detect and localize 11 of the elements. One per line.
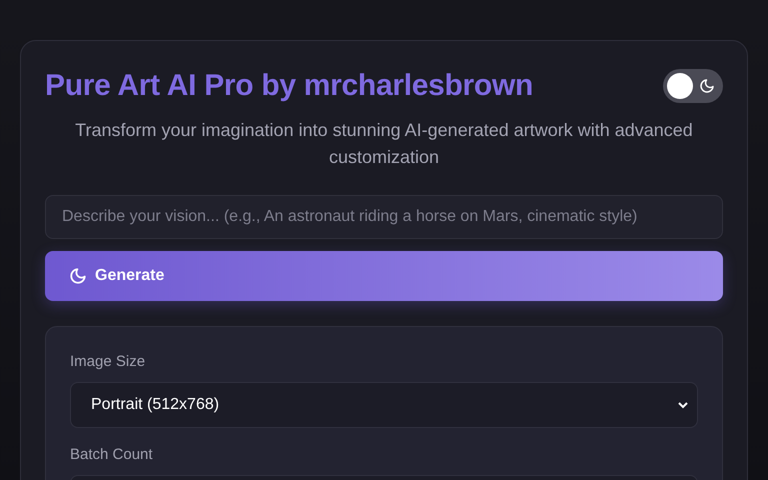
prompt-field[interactable]: Describe your vision... (e.g., An astronaut riding a horse on Mars, cinematic style) (45, 195, 723, 239)
field-label: Batch Count (70, 446, 154, 463)
field-label: Image Size (70, 353, 146, 370)
theme-toggle[interactable] (663, 69, 723, 103)
subtitle: Transform your imagination into stunning AI-generated artwork with advanced customization (74, 119, 694, 169)
app-title: Pure Art AI Pro by mrcharlesbrown (45, 69, 534, 103)
moon-icon (699, 78, 715, 94)
size-dropdown[interactable]: Portrait (512x768) (70, 382, 698, 428)
moon-icon (69, 267, 87, 285)
chevron-icon (677, 401, 689, 409)
generate-button[interactable]: Generate (45, 251, 723, 301)
